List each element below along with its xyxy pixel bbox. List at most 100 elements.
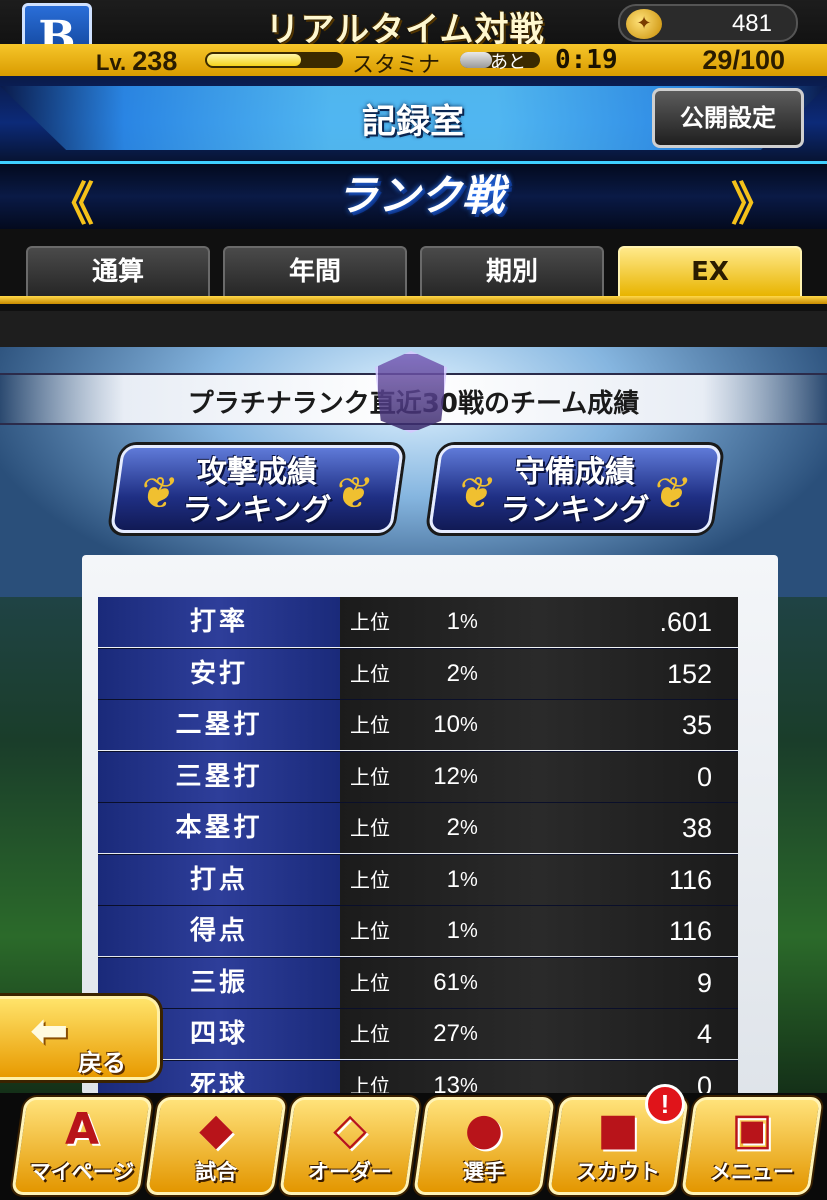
nav-mypage-icon: A: [64, 1104, 100, 1155]
stat-body: 上位 1% 116: [340, 854, 738, 905]
rank-prefix: 上位: [350, 867, 390, 892]
nav-scout-button[interactable]: ■ スカウト!: [547, 1084, 689, 1195]
notification-badge: !: [645, 1084, 685, 1124]
stat-row: 打点 上位 1% 116: [98, 854, 738, 906]
rank-prefix: 上位: [350, 764, 390, 789]
stat-row: 三塁打 上位 12% 0: [98, 751, 738, 803]
stat-row: 死球 上位 13% 0: [98, 1060, 738, 1094]
stat-value: 9: [696, 967, 712, 998]
percent-sign: %: [460, 765, 478, 788]
rank-percent: 12: [433, 762, 460, 790]
stamina-count: 29/100: [702, 45, 785, 75]
stat-row: 得点 上位 1% 116: [98, 906, 738, 958]
stats-table[interactable]: 打率 上位 1% .601 安打 上位 2% 152 二塁打 上位 10% 35 三塁打 上位 12% 0 本塁…: [98, 597, 738, 1093]
rank-percent: 2: [446, 659, 460, 687]
rank-prefix: 上位: [350, 713, 390, 737]
defense-ranking-line1: 守備成績: [515, 455, 635, 490]
rank-prefix: 上位: [350, 816, 390, 840]
rank-prefix: 上位: [350, 919, 390, 943]
tab-yearly[interactable]: 年間: [223, 246, 407, 296]
stamina-label: スタミナ: [352, 53, 441, 78]
percent-sign: %: [460, 817, 478, 839]
stat-body: 上位 61% 9: [340, 957, 738, 1008]
tab-ex[interactable]: EX: [618, 246, 802, 296]
nav-game-label: 試合: [195, 1160, 237, 1184]
stat-row: 三振 上位 61% 9: [98, 957, 738, 1009]
stat-row: 安打 上位 2% 152: [98, 648, 738, 700]
prev-arrow-icon[interactable]: 《: [48, 168, 94, 234]
rank-percent: 1: [446, 865, 460, 893]
level-value: 238: [132, 46, 178, 76]
stat-value: 0: [696, 1070, 712, 1094]
stat-value: 35: [681, 710, 712, 740]
percent-sign: %: [460, 714, 478, 736]
rank-percent: 13: [433, 1071, 460, 1094]
rank-percent: 10: [433, 711, 460, 738]
rank-prefix: 上位: [350, 1022, 390, 1046]
stat-row: 打率 上位 1% .601: [98, 597, 738, 649]
next-arrow-icon[interactable]: 》: [731, 168, 777, 234]
level-prefix: Lv.: [96, 50, 127, 75]
rank-prefix: 上位: [350, 1073, 390, 1094]
stat-name: 得点: [98, 906, 340, 956]
coin-value: 481: [731, 10, 772, 37]
nav-mypage-label: マイページ: [29, 1160, 135, 1184]
nav-order-label: オーダー: [308, 1160, 392, 1184]
rank-prefix: 上位: [350, 610, 390, 634]
percent-sign: %: [460, 1023, 478, 1045]
coin-counter[interactable]: ✦ 481: [618, 4, 798, 42]
percent-sign: %: [460, 1074, 478, 1094]
nav-order-button[interactable]: ◇ オーダー: [279, 1097, 421, 1195]
bottom-nav: A マイページ ◆ 試合 ◇ オーダー ● 選手 ■ スカウト! ▣ メニュー: [0, 1084, 827, 1200]
attack-ranking-line2: ランキング: [182, 493, 332, 528]
nav-menu-icon: ▣: [731, 1104, 773, 1155]
stat-row: 本塁打 上位 2% 38: [98, 803, 738, 855]
stat-row: 二塁打 上位 10% 35: [98, 700, 738, 752]
stat-value: 38: [681, 813, 712, 843]
back-arrow-icon: ⬅: [30, 1003, 69, 1057]
tab-period[interactable]: 期別: [420, 246, 604, 296]
defense-ranking-button[interactable]: ❦ ❦ 守備成績 ランキング: [427, 445, 723, 533]
exp-bar: [205, 52, 343, 68]
stat-value: 0: [696, 761, 712, 792]
back-button[interactable]: ⬅ 戻る: [0, 996, 160, 1080]
nav-players-button[interactable]: ● 選手: [413, 1097, 555, 1195]
back-label: 戻る: [78, 1049, 126, 1077]
platinum-rank-crest-icon: [375, 351, 447, 433]
public-settings-button[interactable]: 公開設定: [652, 88, 804, 148]
content-top-stripe: [0, 311, 827, 347]
record-tabs: 通算 年間 期別 EX: [0, 229, 827, 311]
mode-title: リアルタイム対戦: [265, 10, 545, 50]
percent-sign: %: [460, 920, 478, 942]
stat-row: 四球 上位 27% 4: [98, 1009, 738, 1061]
content-area: プラチナランク直近30戦のチーム成績 ❦ ❦ 攻撃成績 ランキング ❦ ❦ 守備…: [0, 311, 827, 1093]
rank-percent: 61: [433, 968, 460, 996]
stat-body: 上位 12% 0: [340, 751, 738, 802]
stamina-bar-fill: [460, 52, 492, 68]
exp-bar-fill: [207, 54, 301, 66]
stat-body: 上位 1% .601: [340, 597, 738, 647]
percent-sign: %: [460, 868, 478, 891]
nav-order-icon: ◇: [333, 1104, 367, 1155]
attack-ranking-button[interactable]: ❦ ❦ 攻撃成績 ランキング: [109, 445, 405, 533]
stat-name: 二塁打: [98, 700, 340, 750]
rank-percent: 2: [446, 814, 460, 841]
percent-sign: %: [460, 662, 478, 685]
stat-value: 4: [696, 1019, 712, 1049]
rank-percent: 1: [446, 917, 460, 944]
stat-body: 上位 2% 152: [340, 648, 738, 699]
rank-prefix: 上位: [350, 970, 390, 995]
nav-menu-button[interactable]: ▣ メニュー: [681, 1097, 823, 1195]
nav-mypage-button[interactable]: A マイページ: [11, 1097, 153, 1195]
page-header: 記録室 公開設定: [0, 76, 827, 164]
rank-battle-logo: ランク戦: [335, 171, 504, 220]
nav-game-button[interactable]: ◆ 試合: [145, 1097, 287, 1195]
stamina-timer: 0:19: [555, 45, 618, 75]
stat-name: 安打: [98, 648, 340, 699]
stamina-after-label: あと: [490, 52, 526, 73]
rank-percent: 1: [446, 608, 460, 635]
attack-ranking-line1: 攻撃成績: [197, 455, 317, 490]
page-title: 記録室: [362, 102, 464, 142]
rank-prefix: 上位: [350, 661, 390, 686]
tab-total[interactable]: 通算: [26, 246, 210, 296]
